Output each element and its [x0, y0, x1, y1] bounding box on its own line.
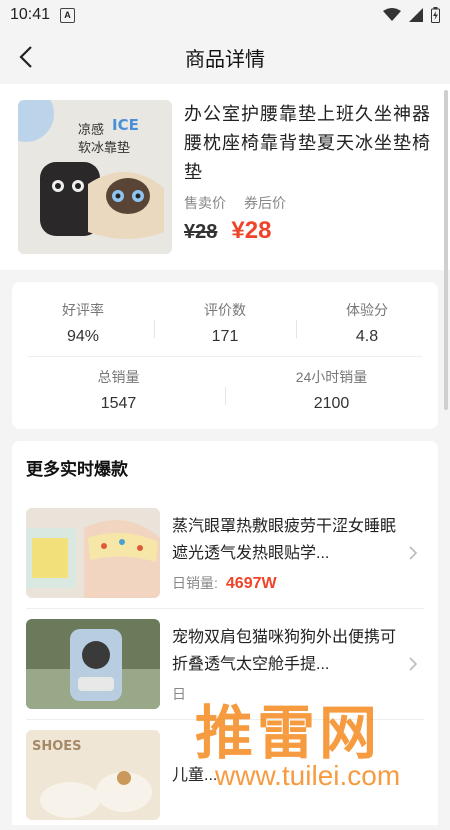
- coupon-price-label: 券后价: [244, 195, 286, 211]
- back-arrow-icon[interactable]: [14, 44, 40, 70]
- item-sales: 日: [172, 684, 404, 704]
- more-hot-items: 更多实时爆款 蒸汽眼罩热敷眼疲劳干涩女睡眠遮光透气发热眼贴学... 日销量: 46…: [12, 441, 438, 825]
- item-name: 儿童...: [172, 766, 218, 784]
- coupon-price: ¥28: [231, 217, 272, 244]
- list-item[interactable]: 宠物双肩包猫咪狗狗外出便携可折叠透气太空舱手提... 日: [26, 609, 424, 720]
- sales-label: 日销量:: [172, 575, 218, 591]
- notification-a-icon: A: [60, 7, 76, 23]
- sales-value: 4697W: [225, 575, 277, 592]
- stat-label: 好评率: [62, 302, 104, 318]
- stat-label: 体验分: [346, 302, 388, 318]
- stat-value: 94%: [66, 328, 100, 345]
- price-label: 售卖价: [184, 195, 226, 211]
- item-sales: 日销量: 4697W: [172, 573, 404, 593]
- chevron-right-icon: [409, 546, 418, 560]
- stat-good-rate: 好评率 94%: [12, 300, 154, 346]
- chevron-right-icon: [409, 657, 418, 671]
- product-image[interactable]: 凉感 ICE 软冰靠垫: [18, 100, 172, 254]
- list-item[interactable]: 蒸汽眼罩热敷眼疲劳干涩女睡眠遮光透气发热眼贴学... 日销量: 4697W: [26, 498, 424, 609]
- stat-experience-score: 体验分 4.8: [296, 300, 438, 346]
- list-item[interactable]: SHOES 儿童...: [26, 720, 424, 830]
- item-name: 宠物双肩包猫咪狗狗外出便携可折叠透气太空舱手提...: [172, 629, 397, 673]
- sales-label: 日: [172, 686, 186, 702]
- stat-value: 4.8: [355, 328, 379, 345]
- battery-icon: [431, 7, 440, 23]
- product-card: 凉感 ICE 软冰靠垫 办公室护腰靠垫上班久坐神器腰枕座椅靠背垫夏天冰坐垫椅垫 …: [0, 84, 450, 270]
- svg-text:SHOES: SHOES: [32, 739, 82, 754]
- status-bar: 10:41 A: [0, 0, 450, 30]
- stat-value: 1547: [100, 395, 137, 412]
- page-title: 商品详情: [185, 48, 265, 71]
- stats-panel: 好评率 94% 评价数 171 体验分 4.8 总销量 1547 24小时销量 …: [12, 282, 438, 429]
- stat-24h-sales: 24小时销量 2100: [225, 367, 438, 413]
- svg-text:软冰靠垫: 软冰靠垫: [78, 140, 130, 156]
- item-name: 蒸汽眼罩热敷眼疲劳干涩女睡眠遮光透气发热眼贴学...: [172, 518, 397, 562]
- nav-bar: 商品详情: [0, 30, 450, 84]
- scrollbar[interactable]: [444, 90, 448, 410]
- original-price: ¥28: [184, 221, 218, 243]
- product-name: 办公室护腰靠垫上班久坐神器腰枕座椅靠背垫夏天冰坐垫椅垫: [184, 104, 431, 182]
- stat-label: 24小时销量: [295, 369, 368, 385]
- wifi-icon: [383, 8, 401, 21]
- stat-value: 2100: [313, 395, 350, 412]
- item-image: SHOES: [26, 730, 160, 820]
- section-title: 更多实时爆款: [26, 460, 128, 479]
- stat-value: 171: [211, 328, 239, 345]
- stat-review-count: 评价数 171: [154, 300, 296, 346]
- status-icons: [383, 7, 440, 23]
- svg-text:凉感: 凉感: [78, 122, 104, 138]
- stat-label: 评价数: [204, 302, 246, 318]
- status-time: 10:41: [10, 6, 51, 23]
- svg-text:ICE: ICE: [112, 116, 139, 134]
- signal-icon: [409, 8, 423, 22]
- stat-label: 总销量: [97, 369, 140, 385]
- stat-total-sales: 总销量 1547: [12, 367, 225, 413]
- item-image: [26, 619, 160, 709]
- item-image: [26, 508, 160, 598]
